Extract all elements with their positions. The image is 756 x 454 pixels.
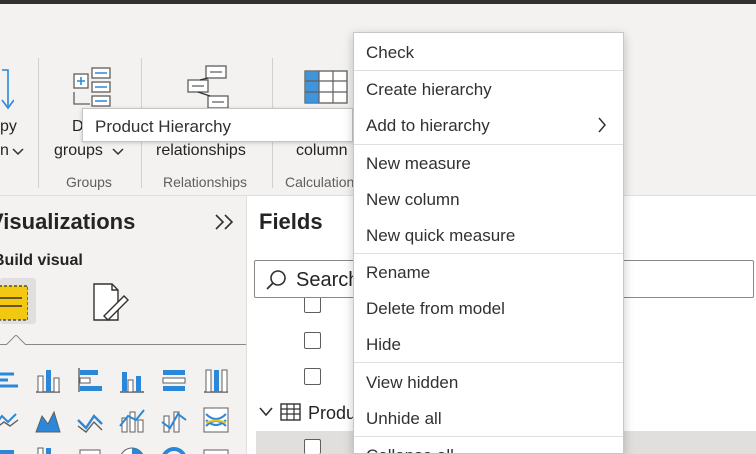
line-column-chart-icon[interactable] [118,406,146,434]
menu-item-delete-from-model[interactable]: Delete from model [354,291,623,325]
waterfall-chart-icon[interactable] [0,446,22,454]
chevron-down-icon[interactable] [258,406,274,418]
tooltip-text: Product Hierarchy [95,117,232,136]
menu-item-label: New column [366,190,460,209]
copy-label: py [0,118,17,135]
build-visual-tab[interactable] [0,278,36,324]
menu-item-label: Add to hierarchy [366,116,490,135]
hierarchy-tooltip: Product Hierarchy [82,108,353,142]
menu-item-new-measure[interactable]: New measure [354,146,623,180]
chevron-down-icon [112,148,124,156]
menu-item-label: Hide [366,335,401,354]
menu-separator [354,70,623,71]
stacked-bar-chart-icon[interactable] [0,366,22,394]
line-chart-icon[interactable] [0,406,22,434]
field-checkbox[interactable] [304,298,321,313]
menu-separator [354,362,623,363]
menu-separator [354,253,623,254]
copy-label-2: n [0,142,9,159]
fields-title: Fields [259,209,323,234]
relationships-icon [187,65,229,109]
menu-item-create-hierarchy[interactable]: Create hierarchy [354,72,623,106]
menu-item-collapse-all[interactable]: Collapse all [354,438,623,453]
table-column-icon [304,70,348,104]
menu-item-hide[interactable]: Hide [354,327,623,361]
line-clustered-column-chart-icon[interactable] [160,406,188,434]
donut-chart-icon[interactable] [160,446,188,454]
menu-item-label: Check [366,43,415,62]
search-placeholder: Search [296,269,360,291]
menu-item-label: New measure [366,154,471,173]
ribbon-separator [38,58,39,188]
format-visual-icon[interactable] [90,282,130,326]
group-label-groups: Groups [66,174,112,190]
group-label-relationships: Relationships [163,174,248,190]
treemap-icon[interactable] [202,446,230,454]
clustered-bar-chart-icon[interactable] [76,366,104,394]
group-label-calculations: Calculation [285,174,355,190]
manage-relationships-label: relationships [156,142,246,159]
pie-chart-icon[interactable] [118,446,146,454]
context-menu: Check Create hierarchy Add to hierarchy … [353,32,624,454]
field-checkbox[interactable] [304,332,321,349]
100-column-chart-icon[interactable] [202,366,230,394]
down-arrow-icon [1,69,14,110]
menu-item-label: Create hierarchy [366,80,492,99]
group-icon [73,67,111,107]
visual-gallery [0,362,246,454]
area-chart-icon[interactable] [34,406,62,434]
funnel-chart-icon[interactable] [34,446,62,454]
clustered-column-chart-icon[interactable] [118,366,146,394]
menu-item-view-hidden[interactable]: View hidden [354,365,623,399]
table-name[interactable]: Produ [308,403,356,424]
table-icon [280,403,301,421]
tab-indicator [0,344,246,345]
menu-item-label: Delete from model [366,299,505,318]
visualizations-title: Visualizations [0,209,136,234]
stacked-area-chart-icon[interactable] [76,406,104,434]
field-checkbox[interactable] [304,368,321,385]
build-visual-label: Build visual [0,252,83,269]
menu-item-label: View hidden [366,373,459,392]
field-checkbox[interactable] [304,439,321,454]
new-group-label: groups [54,142,103,159]
menu-item-check[interactable]: Check [354,35,623,69]
stacked-column-chart-icon[interactable] [34,366,62,394]
scatter-chart-icon[interactable] [76,446,104,454]
menu-item-rename[interactable]: Rename [354,255,623,289]
chevron-down-icon [12,148,24,156]
100-bar-chart-icon[interactable] [160,366,188,394]
search-icon [266,270,286,290]
tab-caret-icon [6,335,26,345]
menu-item-label: Unhide all [366,409,442,428]
build-visual-icon [0,285,28,321]
chevron-right-icon [598,117,606,133]
menu-item-new-quick-measure[interactable]: New quick measure [354,218,623,252]
new-column-label: column [296,142,348,159]
collapse-pane-icon[interactable] [214,213,236,231]
menu-item-label: Rename [366,263,431,282]
menu-item-new-column[interactable]: New column [354,182,623,216]
menu-separator [354,144,623,145]
menu-separator [354,436,623,437]
menu-item-add-to-hierarchy[interactable]: Add to hierarchy [354,108,623,142]
ribbon-chart-icon[interactable] [202,406,230,434]
menu-item-unhide-all[interactable]: Unhide all [354,401,623,435]
menu-item-label: New quick measure [366,226,516,245]
copy-button[interactable]: py n [0,60,36,170]
menu-item-label: Collapse all [366,446,454,453]
